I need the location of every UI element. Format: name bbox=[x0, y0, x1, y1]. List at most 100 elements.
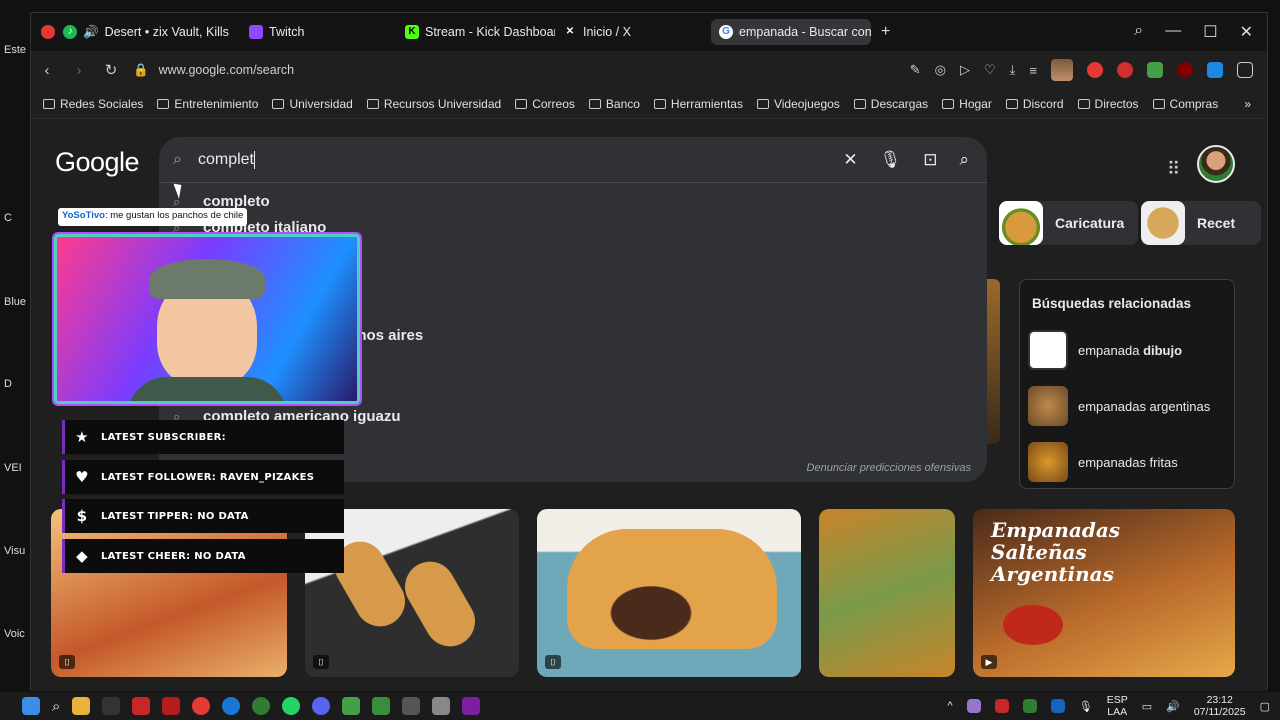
volume-icon[interactable]: 🔊 bbox=[1166, 700, 1180, 713]
new-tab-button[interactable]: + bbox=[881, 23, 890, 41]
suggestion-item[interactable]: enos aires bbox=[349, 327, 423, 344]
discord-icon[interactable] bbox=[312, 697, 331, 715]
reload-icon[interactable]: ↻ bbox=[95, 61, 127, 79]
file-explorer-icon[interactable] bbox=[72, 697, 91, 715]
bookmark-folder[interactable]: Directos bbox=[1077, 97, 1139, 111]
salsa-shape bbox=[1003, 605, 1063, 645]
folder-icon bbox=[515, 98, 528, 109]
extension-icon[interactable] bbox=[1087, 62, 1103, 78]
adblock-icon[interactable] bbox=[1117, 62, 1133, 78]
folder-icon bbox=[43, 98, 55, 109]
bookmark-folder[interactable]: Banco bbox=[588, 97, 640, 111]
bookmark-folder[interactable]: Universidad bbox=[272, 97, 353, 111]
tab-twitch[interactable]: Twitch bbox=[241, 19, 397, 45]
bookmark-folder[interactable]: Discord bbox=[1005, 97, 1064, 111]
send-icon[interactable]: ▷ bbox=[960, 62, 970, 78]
clear-icon[interactable]: ✕ bbox=[843, 150, 857, 170]
maximize-icon[interactable]: ☐ bbox=[1203, 22, 1217, 42]
google-logo[interactable]: Google bbox=[55, 147, 140, 178]
ublock-icon[interactable] bbox=[1177, 62, 1193, 78]
bookmark-folder[interactable]: Descargas bbox=[853, 97, 928, 111]
avatar[interactable] bbox=[1051, 59, 1073, 81]
edit-icon[interactable]: ✎ bbox=[910, 62, 921, 78]
tray-app-icon[interactable] bbox=[1022, 699, 1037, 713]
alert-row: ♥ Latest Follower: raven_pizakes bbox=[62, 460, 344, 494]
bookmark-folder[interactable]: Hogar bbox=[942, 97, 992, 111]
avatar[interactable] bbox=[1197, 145, 1235, 183]
edge-icon[interactable] bbox=[222, 697, 241, 715]
search-icon[interactable]: ⌕ bbox=[52, 698, 60, 715]
back-icon[interactable]: ‹ bbox=[31, 62, 63, 79]
bookmark-folder[interactable]: Compras bbox=[1152, 97, 1218, 111]
opera-icon[interactable] bbox=[192, 697, 211, 715]
tray-app-icon[interactable] bbox=[994, 699, 1009, 713]
camera-icon[interactable]: ◎ bbox=[935, 62, 946, 78]
bookmark-label: Redes Sociales bbox=[60, 96, 144, 111]
translate-icon[interactable] bbox=[1207, 62, 1223, 78]
app-icon[interactable] bbox=[132, 697, 151, 715]
app-icon[interactable] bbox=[252, 697, 271, 715]
image-result[interactable]: ⌷ bbox=[305, 509, 519, 677]
close-icon[interactable]: ✕ bbox=[1240, 22, 1253, 42]
filter-chip[interactable]: Recet bbox=[1141, 201, 1261, 245]
image-result[interactable] bbox=[819, 509, 955, 677]
filter-chip[interactable]: Caricatura bbox=[999, 201, 1139, 245]
image-result[interactable]: Empanadas Salteñas Argentinas ▶ bbox=[973, 509, 1235, 677]
apps-grid-icon[interactable]: ⠿ bbox=[1167, 159, 1180, 180]
opera-icon[interactable] bbox=[41, 25, 55, 39]
clock[interactable]: 23:12 07/11/2025 bbox=[1194, 694, 1246, 718]
bookmark-folder[interactable]: Redes Sociales bbox=[43, 97, 143, 111]
keyboard-layout: LAA bbox=[1107, 706, 1128, 718]
lens-icon[interactable]: ⊡ bbox=[923, 150, 937, 170]
app-icon[interactable] bbox=[462, 697, 481, 715]
whatsapp-icon[interactable] bbox=[282, 697, 301, 715]
shield-icon[interactable] bbox=[1147, 62, 1163, 78]
tray-app-icon[interactable] bbox=[966, 699, 981, 713]
display-icon[interactable]: ▭ bbox=[1142, 700, 1152, 713]
image-thumbnail[interactable] bbox=[986, 279, 1000, 444]
report-link[interactable]: Denunciar predicciones ofensivas bbox=[807, 462, 971, 474]
language-indicator[interactable]: ESP LAA bbox=[1107, 694, 1128, 718]
search-tabs-icon[interactable]: ⌕ bbox=[1134, 22, 1143, 42]
app-icon[interactable] bbox=[162, 697, 181, 715]
notifications-icon[interactable]: ▢ bbox=[1260, 700, 1270, 713]
tab-spotify[interactable]: ♪ 🔊 Desert • zix Vault, Kills bbox=[55, 19, 241, 45]
microphone-icon[interactable]: 🎙 bbox=[880, 150, 902, 170]
search-submit-icon[interactable]: ⌕ bbox=[959, 150, 969, 170]
more-bookmarks-icon[interactable]: » bbox=[1244, 97, 1267, 111]
search-input[interactable]: complet bbox=[198, 151, 254, 169]
bookmark-folder[interactable]: Videojuegos bbox=[756, 96, 840, 111]
app-icon[interactable] bbox=[432, 697, 451, 715]
related-item[interactable]: empanada dibujo bbox=[1028, 330, 1182, 370]
bookmark-folder[interactable]: Entretenimiento bbox=[157, 97, 258, 111]
windows-start-icon[interactable] bbox=[22, 697, 40, 715]
image-result[interactable]: ⌷ bbox=[537, 509, 801, 677]
extensions-icon[interactable] bbox=[1237, 62, 1253, 78]
clock-time: 23:12 bbox=[1206, 694, 1233, 706]
chevron-up-icon[interactable]: ^ bbox=[948, 700, 953, 712]
bookmark-folder[interactable]: Correos bbox=[515, 97, 575, 111]
bookmark-folder[interactable]: Recursos Universidad bbox=[366, 97, 501, 111]
folder-icon bbox=[756, 98, 769, 109]
minimize-icon[interactable]: — bbox=[1165, 22, 1181, 42]
tab-google[interactable]: G empanada - Buscar con G bbox=[711, 19, 871, 45]
related-item[interactable]: empanadas argentinas bbox=[1028, 386, 1210, 426]
tab-kick[interactable]: K Stream - Kick Dashboard bbox=[397, 19, 555, 45]
app-icon[interactable] bbox=[372, 697, 391, 715]
heart-icon[interactable]: ♡ bbox=[984, 62, 996, 78]
tab-x[interactable]: ✕ Inicio / X bbox=[555, 19, 711, 45]
clock-date: 07/11/2025 bbox=[1193, 706, 1246, 718]
app-icon[interactable] bbox=[342, 697, 361, 715]
download-icon[interactable]: ⤓ bbox=[1010, 62, 1016, 78]
menu-icon[interactable]: ≡ bbox=[1029, 63, 1037, 78]
bookmark-label: Videojuegos bbox=[773, 96, 840, 111]
tray-app-icon[interactable] bbox=[1050, 699, 1065, 713]
related-item[interactable]: empanadas fritas bbox=[1028, 442, 1178, 482]
microphone-icon[interactable]: 🎙 bbox=[1079, 700, 1093, 713]
image-result[interactable]: ⌷ bbox=[51, 509, 287, 677]
bookmark-folder[interactable]: Herramientas bbox=[653, 97, 743, 111]
url-field[interactable]: 🔒 www.google.com/search bbox=[133, 63, 893, 78]
settings-icon[interactable] bbox=[402, 697, 421, 715]
forward-icon[interactable]: › bbox=[63, 62, 95, 79]
terminal-icon[interactable] bbox=[102, 697, 121, 715]
